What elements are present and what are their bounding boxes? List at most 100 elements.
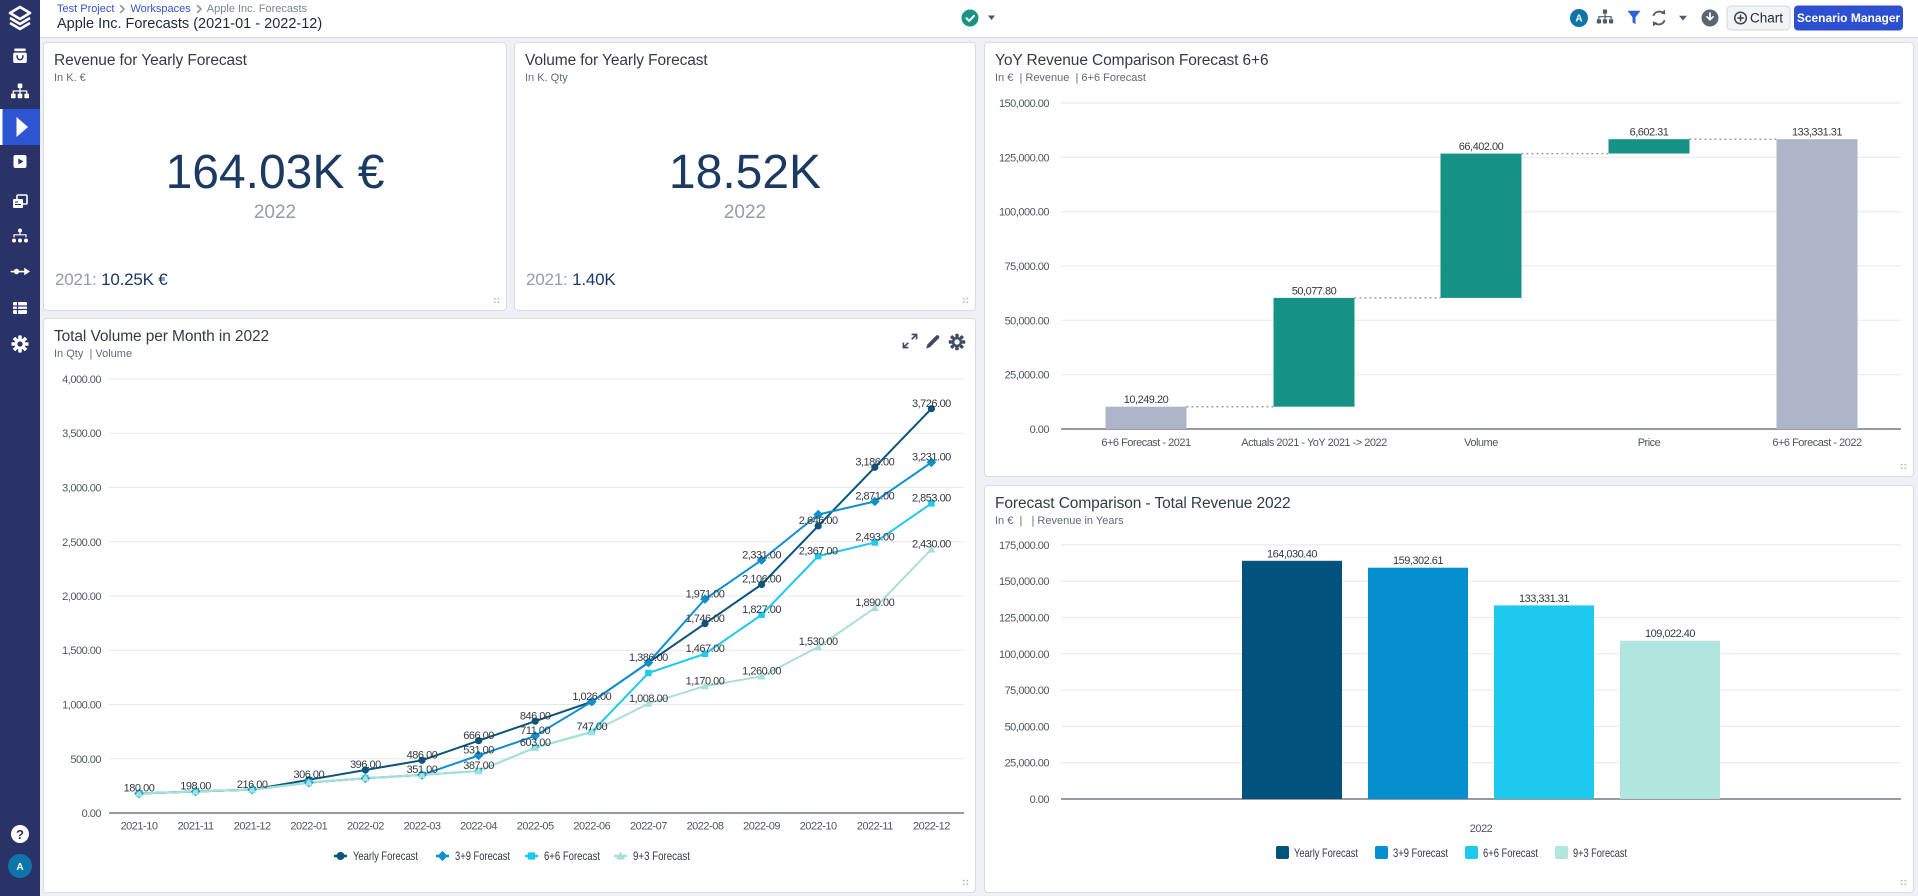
svg-text:Chart: Chart [1750,11,1783,26]
svg-text:50,077.80: 50,077.80 [1292,285,1337,297]
svg-text:2,000.00: 2,000.00 [62,591,101,603]
svg-text:198.00: 198.00 [180,781,211,793]
svg-text:666.00: 666.00 [463,730,494,742]
svg-text:1,530.00: 1,530.00 [799,636,838,648]
svg-text:1,008.00: 1,008.00 [629,693,668,705]
svg-text:2022-02: 2022-02 [347,821,384,833]
svg-text:100,000.00: 100,000.00 [999,649,1049,661]
svg-text:10,249.20: 10,249.20 [1124,394,1169,406]
svg-text:396.00: 396.00 [350,759,381,771]
svg-text:50,000.00: 50,000.00 [1005,315,1050,327]
svg-text:125,000.00: 125,000.00 [999,613,1049,625]
svg-text:6+6 Forecast - 2022: 6+6 Forecast - 2022 [1772,437,1862,449]
svg-text:2022-09: 2022-09 [743,821,780,833]
svg-text:164,030.40: 164,030.40 [1267,548,1317,560]
svg-text:Price: Price [1638,437,1661,449]
svg-text:0.00: 0.00 [82,808,102,820]
svg-text:1,467.00: 1,467.00 [686,643,725,655]
svg-text:500.00: 500.00 [70,754,101,766]
svg-text:2,493.00: 2,493.00 [855,532,894,544]
svg-text:3,500.00: 3,500.00 [62,428,101,440]
svg-text:133,331.31: 133,331.31 [1519,593,1569,605]
svg-text:150,000.00: 150,000.00 [999,576,1049,588]
svg-text:6+6 Forecast: 6+6 Forecast [1483,846,1539,860]
svg-text:150,000.00: 150,000.00 [999,98,1049,110]
svg-text:747.00: 747.00 [576,721,607,733]
svg-text:1,170.00: 1,170.00 [686,675,725,687]
svg-text:846.00: 846.00 [520,710,551,722]
svg-text:2,853.00: 2,853.00 [912,493,951,505]
svg-text:9+3 Forecast: 9+3 Forecast [633,849,691,863]
svg-text:3,000.00: 3,000.00 [62,483,101,495]
svg-text:2022: 2022 [1470,823,1493,835]
svg-text:1,386.00: 1,386.00 [629,652,668,664]
svg-text:9+3 Forecast: 9+3 Forecast [1573,846,1628,860]
svg-text:1,026.00: 1,026.00 [572,691,611,703]
svg-text:2021-11: 2021-11 [178,821,214,833]
svg-text:531.00: 531.00 [463,745,494,757]
svg-text:Yearly Forecast: Yearly Forecast [353,849,419,863]
svg-text:6+6 Forecast - 2021: 6+6 Forecast - 2021 [1101,437,1191,449]
svg-text:2,871.00: 2,871.00 [855,491,894,503]
svg-text:486.00: 486.00 [407,750,438,762]
svg-text:75,000.00: 75,000.00 [1005,261,1050,273]
svg-text:2022-11: 2022-11 [857,821,893,833]
svg-text:351.00: 351.00 [407,764,438,776]
svg-text:2022-03: 2022-03 [404,821,441,833]
svg-text:2,331.00: 2,331.00 [742,549,781,561]
svg-text:109,022.40: 109,022.40 [1645,628,1695,640]
svg-text:25,000.00: 25,000.00 [1005,758,1050,770]
svg-text:2,646.00: 2,646.00 [799,515,838,527]
svg-text:Actuals 2021 - YoY 2021 -> 202: Actuals 2021 - YoY 2021 -> 2022 [1241,437,1387,449]
svg-text:175,000.00: 175,000.00 [999,540,1049,552]
svg-text:2,367.00: 2,367.00 [799,545,838,557]
svg-text:1,890.00: 1,890.00 [855,597,894,609]
svg-text:2022-12: 2022-12 [913,821,950,833]
svg-text:Scenario Manager: Scenario Manager [1797,11,1901,25]
svg-text:2,106.00: 2,106.00 [742,574,781,586]
svg-text:3,231.00: 3,231.00 [912,452,951,464]
svg-text:3+9 Forecast: 3+9 Forecast [1393,846,1449,860]
svg-text:3,186.00: 3,186.00 [855,457,894,469]
svg-text:2022-06: 2022-06 [573,821,610,833]
svg-text:133,331.31: 133,331.31 [1792,127,1842,139]
svg-text:159,302.61: 159,302.61 [1393,555,1443,567]
svg-text:1,500.00: 1,500.00 [62,645,101,657]
svg-text:3,726.00: 3,726.00 [912,398,951,410]
svg-text:2022-05: 2022-05 [517,821,554,833]
svg-text:2022-08: 2022-08 [687,821,724,833]
svg-text:6,602.31: 6,602.31 [1630,127,1669,139]
svg-text:0.00: 0.00 [1030,794,1050,806]
svg-text:25,000.00: 25,000.00 [1005,370,1050,382]
svg-text:180.00: 180.00 [124,783,155,795]
svg-text:6+6 Forecast: 6+6 Forecast [544,849,601,863]
svg-text:125,000.00: 125,000.00 [999,152,1049,164]
svg-text:66,402.00: 66,402.00 [1459,141,1504,153]
svg-text:1,000.00: 1,000.00 [62,700,101,712]
svg-text:1,971.00: 1,971.00 [686,588,725,600]
svg-text:50,000.00: 50,000.00 [1005,721,1050,733]
svg-text:2022-01: 2022-01 [290,821,327,833]
svg-text:2022-04: 2022-04 [460,821,497,833]
svg-text:?: ? [16,827,24,842]
svg-text:2022-07: 2022-07 [630,821,667,833]
svg-text:603.00: 603.00 [520,737,551,749]
svg-text:306.00: 306.00 [293,769,324,781]
svg-text:Yearly Forecast: Yearly Forecast [1294,846,1359,860]
svg-text:4,000.00: 4,000.00 [62,374,101,386]
svg-text:Volume: Volume [1464,437,1498,449]
svg-text:387.00: 387.00 [463,760,494,772]
svg-text:1,260.00: 1,260.00 [742,666,781,678]
svg-text:1,827.00: 1,827.00 [742,604,781,616]
svg-text:75,000.00: 75,000.00 [1005,685,1050,697]
svg-text:A: A [1575,14,1582,25]
svg-text:2,430.00: 2,430.00 [912,539,951,551]
svg-text:1,746.00: 1,746.00 [686,613,725,625]
svg-text:2,500.00: 2,500.00 [62,537,101,549]
svg-text:3+9 Forecast: 3+9 Forecast [455,849,511,863]
svg-text:2021-10: 2021-10 [121,821,158,833]
svg-text:A: A [16,862,23,873]
svg-text:2022-10: 2022-10 [800,821,837,833]
svg-text:0.00: 0.00 [1030,424,1050,436]
svg-text:100,000.00: 100,000.00 [999,207,1049,219]
